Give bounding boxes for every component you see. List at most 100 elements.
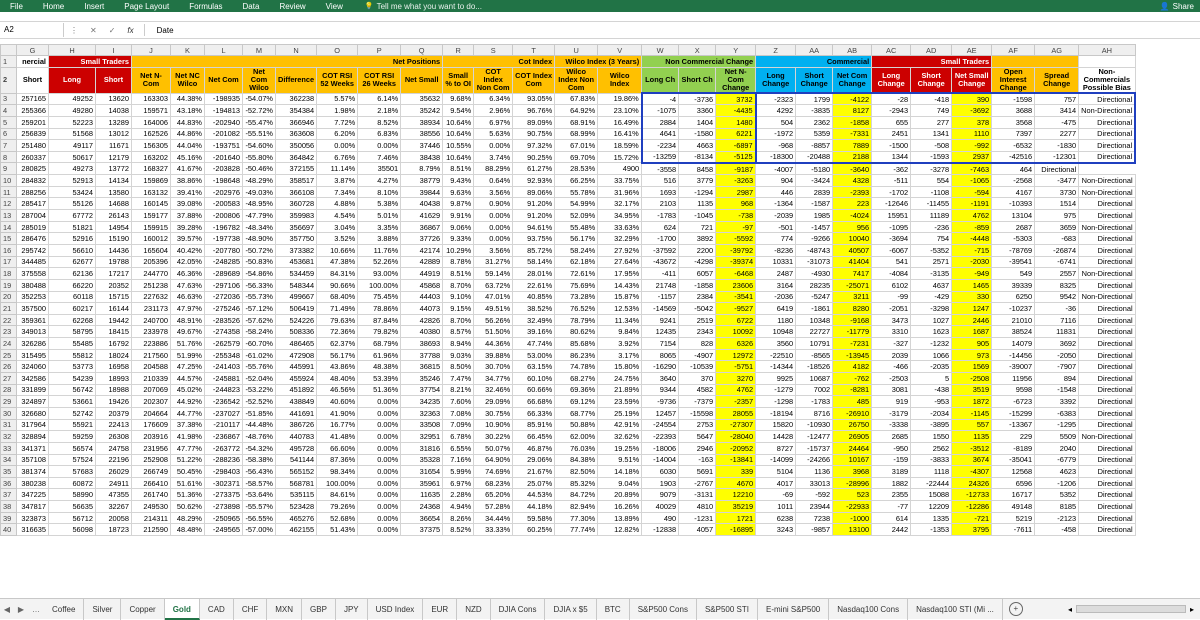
data-cell[interactable]: -2035 [910,360,953,374]
data-cell[interactable]: 80.62% [554,325,599,339]
data-cell[interactable]: 63.72% [473,278,514,292]
data-cell[interactable]: 21.89% [597,383,643,397]
data-cell[interactable]: 205396 [131,255,171,269]
data-cell[interactable]: 17.95% [597,267,643,280]
data-cell[interactable]: -7379 [678,395,717,408]
data-cell[interactable]: -201640 [204,150,243,164]
data-cell[interactable]: 48.29% [170,511,205,525]
data-cell[interactable]: -715 [951,243,993,257]
data-cell[interactable]: 231956 [131,441,171,455]
row-header[interactable]: 26 [0,360,17,374]
data-cell[interactable]: -5352 [910,243,953,257]
data-cell[interactable]: -12477 [795,430,834,443]
data-cell[interactable]: 9.91% [442,209,475,222]
data-cell[interactable]: -4307 [951,465,993,478]
data-cell[interactable]: -4435 [715,104,757,117]
sheet-tab-nasdaq100-sti-mi-[interactable]: Nasdaq100 STI (Mi ... [908,598,1003,620]
row-header[interactable]: 5 [0,115,17,129]
row-header[interactable]: 6 [0,127,17,141]
header-long-ch[interactable]: Long Ch [641,66,680,94]
data-cell[interactable]: 495728 [274,441,318,455]
data-cell[interactable]: 37446 [400,139,444,152]
data-cell[interactable]: 21748 [641,278,680,292]
data-cell[interactable]: 375558 [16,267,49,280]
data-cell[interactable]: 3.92% [597,337,643,350]
data-cell[interactable]: 24.75% [597,372,643,385]
data-cell[interactable]: 386726 [274,418,318,432]
data-cell[interactable]: 93.75% [512,232,556,245]
data-cell[interactable]: 359361 [16,313,49,327]
data-cell[interactable]: 524226 [274,313,318,327]
data-cell[interactable]: 33.75% [597,174,643,187]
data-cell[interactable]: 534459 [274,267,318,280]
data-cell[interactable]: 15.87% [597,290,643,304]
data-cell[interactable]: 0.00% [357,395,402,408]
data-cell[interactable]: 6.14% [357,92,402,106]
data-cell[interactable]: 2188 [832,150,873,164]
data-cell[interactable]: -1294 [678,185,717,199]
sheet-tab-btc[interactable]: BTC [597,598,630,620]
data-cell[interactable]: 35961 [400,476,444,490]
data-cell[interactable]: -1580 [678,127,717,141]
data-cell[interactable]: 58795 [48,325,96,339]
data-cell[interactable]: 19442 [95,313,132,327]
data-cell[interactable]: 2446 [951,313,993,327]
data-cell[interactable]: -163 [678,453,717,467]
data-cell[interactable]: 357108 [16,453,49,467]
data-cell[interactable]: 8.21% [442,383,475,397]
data-cell[interactable]: 50.62% [170,500,205,513]
data-cell[interactable]: -262579 [204,337,243,350]
data-cell[interactable]: 82.50% [554,465,599,478]
data-cell[interactable]: -52.04% [242,372,276,385]
data-cell[interactable]: -6532 [991,139,1036,152]
data-cell[interactable]: 286476 [16,232,49,245]
column-header-AF[interactable]: AF [991,44,1036,56]
data-cell[interactable]: 1721 [715,511,757,525]
data-cell[interactable]: 438849 [274,395,318,408]
data-cell[interactable]: 2557 [1034,267,1080,280]
data-cell[interactable]: 1110 [951,127,993,141]
data-cell[interactable]: -288236 [204,453,243,467]
bias-cell[interactable]: Directional [1078,278,1136,292]
data-cell[interactable]: 163303 [131,92,171,106]
data-cell[interactable]: 4292 [754,104,797,117]
data-cell[interactable]: -4298 [678,255,717,269]
data-cell[interactable]: 8065 [641,348,680,362]
data-cell[interactable]: -1830 [1034,139,1080,152]
ribbon-tab-formulas[interactable]: Formulas [179,2,232,11]
data-cell[interactable]: 0.00% [357,139,402,152]
data-cell[interactable]: 8.52% [357,115,402,129]
data-cell[interactable]: 204664 [131,406,171,420]
header-non-commercials-possible-bias[interactable]: Non-Commercials Possible Bias [1078,66,1136,94]
data-cell[interactable]: -762 [832,372,873,385]
bias-cell[interactable]: Directional [1078,523,1136,536]
data-cell[interactable]: 78.86% [357,302,402,315]
data-cell[interactable]: -6897 [715,139,757,152]
data-cell[interactable]: 50617 [48,150,96,164]
data-cell[interactable]: 42174 [400,243,444,257]
column-header-M[interactable]: M [242,44,276,56]
data-cell[interactable]: -53.22% [242,383,276,397]
data-cell[interactable]: 8.50% [442,360,475,374]
sheet-tab-mxn[interactable]: MXN [267,598,303,620]
data-cell[interactable]: 5359 [795,127,834,141]
bias-cell[interactable]: Directional [1078,465,1136,478]
data-cell[interactable]: 168327 [131,162,171,176]
data-cell[interactable]: -1279 [755,383,797,397]
data-cell[interactable]: 13289 [95,115,132,129]
data-cell[interactable]: -992 [951,139,993,152]
name-box[interactable]: A2 [0,23,64,37]
data-cell[interactable]: 85.32% [554,476,599,490]
data-cell[interactable]: 47.77% [170,441,205,455]
data-cell[interactable]: 7.34% [316,185,359,199]
data-cell[interactable]: 57524 [48,453,96,467]
bias-cell[interactable]: Directional [1078,488,1136,502]
data-cell[interactable]: -18526 [795,360,834,374]
data-cell[interactable]: 48.40% [316,372,359,385]
bias-cell[interactable]: Non-Directional [1078,290,1136,304]
data-cell[interactable]: 62.37% [316,337,359,350]
data-cell[interactable]: -55.51% [242,127,276,141]
data-cell[interactable]: -3541 [715,290,757,304]
data-cell[interactable]: 2839 [795,185,834,199]
data-cell[interactable]: 8.70% [442,278,475,292]
